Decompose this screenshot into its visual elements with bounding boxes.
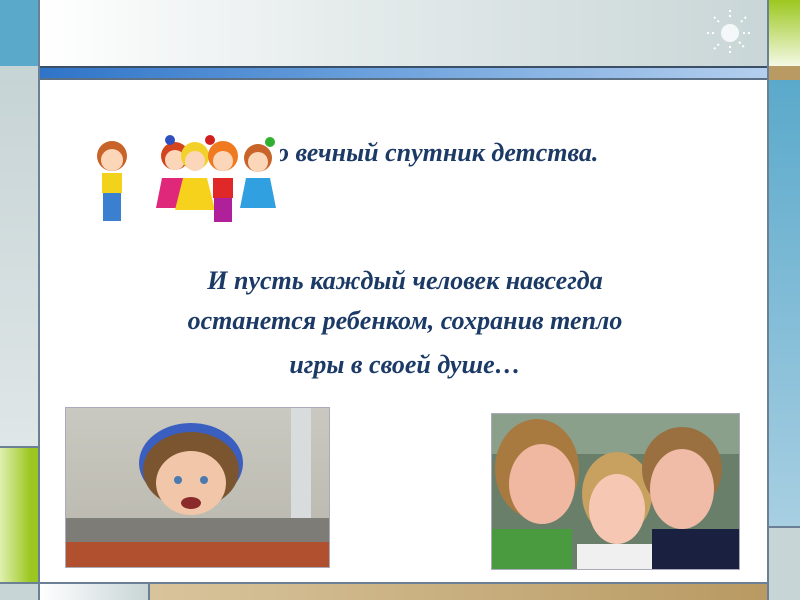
left-block-grey <box>0 80 40 446</box>
left-block-blue <box>0 0 40 66</box>
left-block-green <box>0 446 40 582</box>
slide-paragraph-line-1: И пусть каждый человек навсегда <box>207 266 603 295</box>
bottom-strip-light <box>40 582 150 600</box>
cartoon-children-clipart <box>90 128 280 228</box>
left-block-grey-small <box>0 66 40 80</box>
photo-child-behind-wall <box>65 407 330 568</box>
left-block-bottom <box>0 582 40 600</box>
slide-paragraph-line-3: игры в своей душе… <box>289 350 521 379</box>
sun-decoration-icon <box>705 8 755 58</box>
slide-line-1: о вечный спутник детства. <box>276 138 599 167</box>
slide-paragraph-line-2: останется ребенком, сохранив тепло <box>187 306 623 335</box>
title-accent-bar <box>40 66 767 80</box>
bottom-strip-tan <box>150 582 767 600</box>
slide-header-band <box>40 0 767 66</box>
photo-three-laughing-children <box>491 413 740 570</box>
right-block-tan <box>767 66 800 80</box>
right-block-blue <box>767 80 800 526</box>
right-block-grey <box>767 526 800 600</box>
right-block-green <box>767 0 800 66</box>
